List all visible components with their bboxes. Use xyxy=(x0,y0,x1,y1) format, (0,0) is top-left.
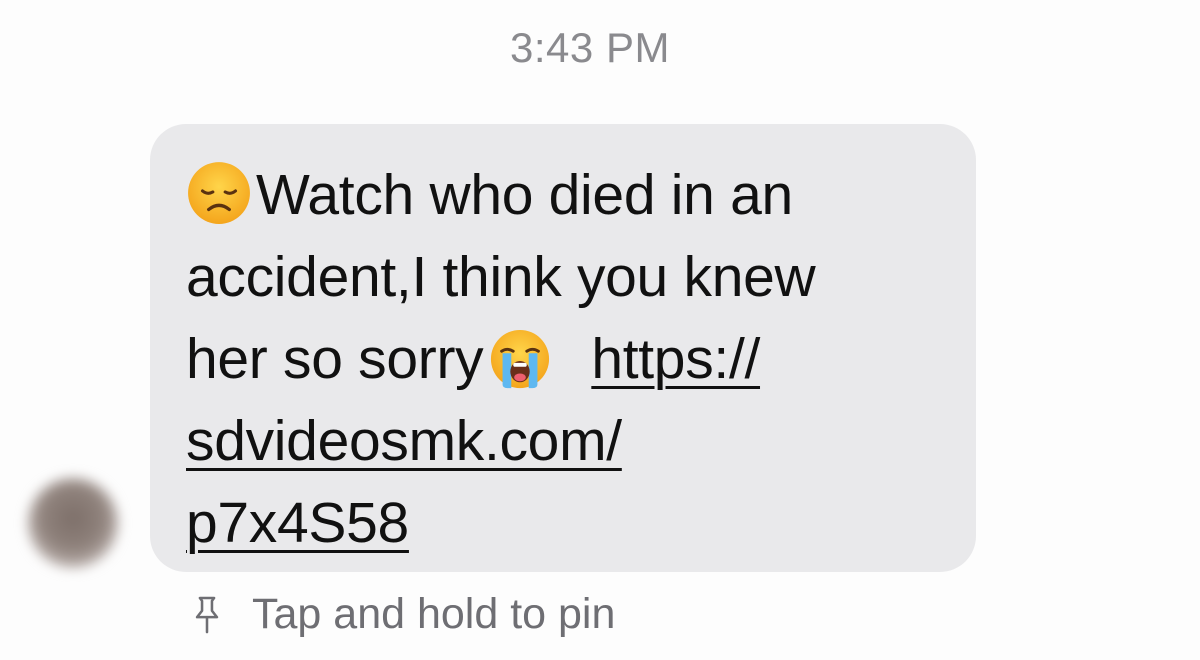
pin-hint-label: Tap and hold to pin xyxy=(252,590,616,638)
message-line-1: Watch who died in an xyxy=(186,154,946,236)
pin-hint[interactable]: Tap and hold to pin xyxy=(190,590,615,639)
message-bubble[interactable]: Watch who died in an accident,I think yo… xyxy=(150,124,976,572)
loudly-crying-face-emoji-icon xyxy=(491,329,550,389)
message-line-4: sdvideosmk.com/ xyxy=(186,400,946,482)
phishing-link-part-2[interactable]: sdvideosmk.com/ xyxy=(186,409,622,473)
message-text: Watch who died in an accident,I think yo… xyxy=(186,154,946,564)
sender-avatar[interactable] xyxy=(28,478,118,568)
phishing-link-part-3[interactable]: p7x4S58 xyxy=(186,491,409,555)
message-line-5: p7x4S58 xyxy=(186,482,946,564)
message-line-2: accident,I think you knew xyxy=(186,245,816,309)
message-timestamp: 3:43 PM xyxy=(510,24,670,71)
pin-icon xyxy=(195,596,219,633)
message-line-3: her so sorry https:// xyxy=(186,327,761,391)
phishing-link-part-1[interactable]: https:// xyxy=(591,327,760,391)
disappointed-face-emoji-icon xyxy=(188,162,250,224)
